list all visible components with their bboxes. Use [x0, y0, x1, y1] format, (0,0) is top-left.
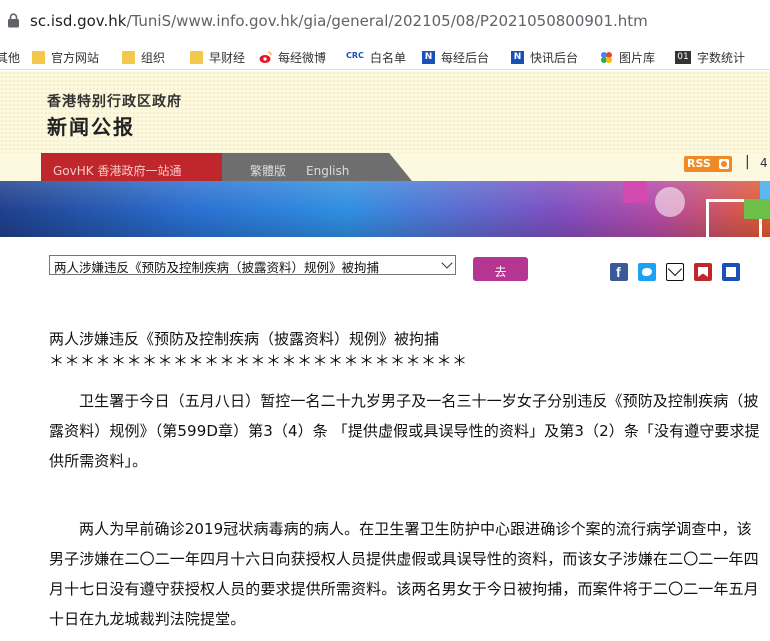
banner-blue-block — [760, 181, 770, 199]
nav-language-bar: 繁體版 English — [222, 153, 412, 181]
url-path: /TuniS/www.info.gov.hk/gia/general/20210… — [126, 12, 648, 30]
n-logo-icon: N — [422, 50, 435, 64]
bookmark-label: 字数统计 — [697, 50, 746, 65]
rss-icon — [719, 159, 729, 169]
folder-icon — [122, 50, 135, 64]
01-icon: 01 — [675, 50, 691, 64]
folder-icon — [190, 50, 203, 64]
header-right-link[interactable]: 4 — [760, 156, 768, 170]
photos-icon — [601, 51, 612, 63]
article-title: 两人涉嫌违反《预防及控制疾病（披露资料）规例》被拘捕 — [49, 330, 440, 348]
bookmark-icon[interactable] — [694, 263, 712, 281]
bookmark-other[interactable]: 其他 — [0, 49, 20, 65]
address-bar[interactable]: sc.isd.gov.hk/TuniS/www.info.gov.hk/gia/… — [0, 0, 770, 44]
bookmark-label: 组织 — [141, 50, 166, 65]
facebook-icon[interactable] — [610, 263, 628, 281]
article-divider: ＊＊＊＊＊＊＊＊＊＊＊＊＊＊＊＊＊＊＊＊＊＊＊＊＊＊＊ — [49, 352, 468, 370]
headline-select[interactable]: 两人涉嫌违反《预防及控制疾病（披露资料）规例》被拘捕 — [49, 255, 456, 275]
go-button[interactable]: 去 — [473, 257, 528, 281]
bookmark-word-count[interactable]: 01 字数统计 — [675, 49, 745, 65]
banner-shine — [0, 181, 770, 237]
crc-icon: CRC — [346, 50, 364, 60]
folder-icon — [32, 50, 45, 64]
weibo-icon — [259, 50, 272, 63]
chevron-down-icon — [441, 257, 453, 269]
banner-square — [623, 181, 647, 203]
n-logo-icon: N — [511, 50, 524, 64]
lock-icon[interactable] — [7, 13, 20, 28]
print-icon[interactable] — [722, 263, 740, 281]
nav-traditional-link[interactable]: 繁體版 — [250, 164, 286, 178]
bookmark-weibo[interactable]: 每经微博 — [259, 49, 326, 65]
url-text[interactable]: sc.isd.gov.hk/TuniS/www.info.gov.hk/gia/… — [30, 12, 648, 30]
bookmarks-bar: 其他 官方网站 组织 早财经 每经微博 CRC 白名单 N 每经后台 N 快讯后台 图… — [0, 44, 770, 70]
bookmark-official-sites[interactable]: 官方网站 — [32, 49, 99, 65]
nav-govhk-link[interactable]: GovHK 香港政府一站通 — [41, 153, 229, 181]
bookmark-organization[interactable]: 组织 — [122, 49, 165, 65]
bookmark-morning-finance[interactable]: 早财经 — [190, 49, 245, 65]
bookmark-flash-backend[interactable]: N 快讯后台 — [511, 49, 578, 65]
rss-label: RSS — [687, 157, 711, 170]
site-header: 香港特别行政区政府 新闻公报 GovHK 香港政府一站通 繁體版 English — [0, 71, 770, 181]
nav-english-link[interactable]: English — [306, 164, 349, 178]
bookmark-label: 早财经 — [209, 50, 246, 65]
site-title[interactable]: 新闻公报 — [47, 111, 135, 140]
twitter-icon[interactable] — [638, 263, 656, 281]
bookmark-label: 其他 — [0, 50, 21, 65]
separator: | — [745, 154, 750, 170]
bookmark-backend[interactable]: N 每经后台 — [422, 49, 489, 65]
bookmark-label: 官方网站 — [51, 50, 100, 65]
banner-circle — [655, 187, 685, 217]
bookmark-label: 白名单 — [370, 50, 407, 65]
banner-green-block — [744, 199, 770, 219]
bookmark-photo-library[interactable]: 图片库 — [600, 49, 655, 65]
bookmark-whitelist[interactable]: CRC 白名单 — [346, 49, 406, 65]
headline-select-value: 两人涉嫌违反《预防及控制疾病（披露资料）规例》被拘捕 — [54, 260, 380, 275]
gov-name: 香港特别行政区政府 — [47, 94, 182, 110]
bookmark-label: 每经后台 — [441, 50, 490, 65]
email-icon[interactable] — [666, 263, 684, 281]
bookmark-label: 图片库 — [619, 50, 656, 65]
bookmark-label: 每经微博 — [278, 50, 327, 65]
url-host: sc.isd.gov.hk — [30, 12, 127, 30]
article-paragraph-2: 两人为早前确诊2019冠状病毒病的病人。在卫生署卫生防护中心跟进确诊个案的流行病… — [49, 520, 759, 628]
banner-image — [0, 181, 770, 237]
bookmark-label: 快讯后台 — [530, 50, 579, 65]
article-paragraph-1: 卫生署于今日（五月八日）暂控一名二十九岁男子及一名三十一岁女子分别违反《预防及控… — [49, 392, 760, 470]
rss-button[interactable]: RSS — [684, 156, 732, 172]
